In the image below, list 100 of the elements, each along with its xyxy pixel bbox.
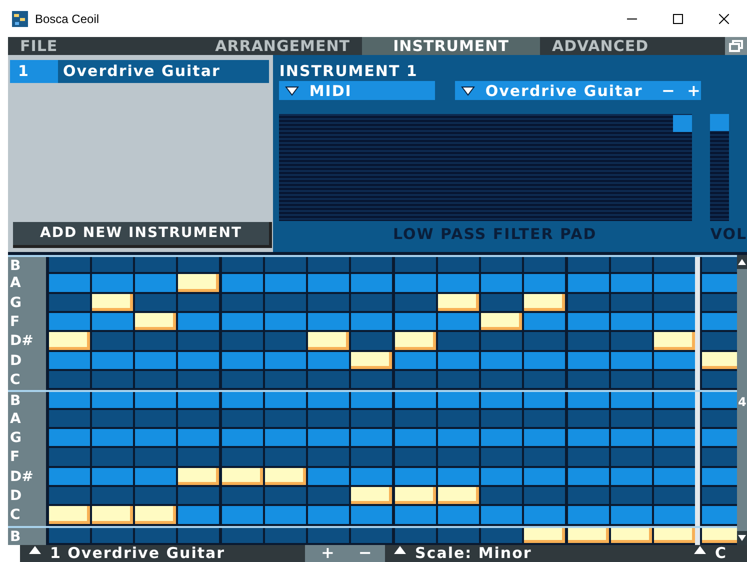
grid-cell[interactable] <box>92 448 133 466</box>
grid-cell[interactable] <box>178 332 219 350</box>
grid-cell[interactable] <box>351 274 392 292</box>
grid-cell[interactable] <box>265 294 306 311</box>
note-block[interactable] <box>395 486 436 504</box>
grid-cell[interactable] <box>702 410 740 427</box>
note-block[interactable] <box>481 312 522 330</box>
grid-cell[interactable] <box>49 370 90 388</box>
grid-cell[interactable] <box>308 486 349 504</box>
grid-cell[interactable] <box>49 428 90 446</box>
grid-cell[interactable] <box>438 468 479 485</box>
grid-cell[interactable] <box>222 410 263 427</box>
grid-cell[interactable] <box>351 428 392 446</box>
grid-cell[interactable] <box>265 448 306 466</box>
dropdown-icon[interactable] <box>285 86 300 96</box>
grid-cell[interactable] <box>49 486 90 504</box>
up-arrow-icon[interactable] <box>693 545 707 556</box>
grid-cell[interactable] <box>654 448 695 466</box>
grid-cell[interactable] <box>481 392 522 408</box>
grid-cell[interactable] <box>308 256 349 272</box>
note-block[interactable] <box>438 294 479 311</box>
grid-cell[interactable] <box>222 294 263 311</box>
grid-cell[interactable] <box>481 448 522 466</box>
grid-cell[interactable] <box>265 506 306 524</box>
grid-cell[interactable] <box>395 392 436 408</box>
grid-cell[interactable] <box>702 256 740 272</box>
grid-cell[interactable] <box>351 370 392 388</box>
grid-cell[interactable] <box>568 294 609 311</box>
grid-cell[interactable] <box>265 274 306 292</box>
grid-cell[interactable] <box>654 370 695 388</box>
scale-selector[interactable]: Scale: Minor <box>385 545 685 562</box>
grid-cell[interactable] <box>438 506 479 524</box>
grid-cell[interactable] <box>654 256 695 272</box>
grid-cell[interactable] <box>568 274 609 292</box>
grid-cell[interactable] <box>481 506 522 524</box>
grid-cell[interactable] <box>568 468 609 485</box>
grid-cell[interactable] <box>481 370 522 388</box>
grid-cell[interactable] <box>135 274 176 292</box>
note-block[interactable] <box>265 468 306 485</box>
grid-cell[interactable] <box>351 528 392 544</box>
grid-cell[interactable] <box>92 410 133 427</box>
grid-cell[interactable] <box>178 448 219 466</box>
grid-cell[interactable] <box>308 274 349 292</box>
note-block[interactable] <box>351 352 392 369</box>
grid-cell[interactable] <box>524 256 565 272</box>
grid-cell[interactable] <box>308 468 349 485</box>
grid-cell[interactable] <box>481 294 522 311</box>
grid-cell[interactable] <box>395 274 436 292</box>
grid-cell[interactable] <box>265 410 306 427</box>
grid-cell[interactable] <box>654 294 695 311</box>
note-block[interactable] <box>92 294 133 311</box>
note-block[interactable] <box>611 528 652 544</box>
grid-cell[interactable] <box>702 468 740 485</box>
grid-cell[interactable] <box>568 312 609 330</box>
grid-cell[interactable] <box>611 428 652 446</box>
grid-cell[interactable] <box>654 392 695 408</box>
grid-cell[interactable] <box>524 410 565 427</box>
grid-cell[interactable] <box>568 392 609 408</box>
grid-cell[interactable] <box>135 428 176 446</box>
note-block[interactable] <box>568 528 609 544</box>
instrument-list-item[interactable]: 1 Overdrive Guitar <box>10 60 270 83</box>
note-block[interactable] <box>524 528 565 544</box>
grid-cell[interactable] <box>135 448 176 466</box>
grid-cell[interactable] <box>568 506 609 524</box>
grid-cell[interactable] <box>438 370 479 388</box>
grid-cell[interactable] <box>524 468 565 485</box>
grid-cell[interactable] <box>351 392 392 408</box>
grid-cell[interactable] <box>524 448 565 466</box>
grid-cell[interactable] <box>395 352 436 369</box>
grid-cell[interactable] <box>654 410 695 427</box>
grid-cell[interactable] <box>524 352 565 369</box>
filter-pad[interactable] <box>279 114 692 221</box>
grid-cell[interactable] <box>568 352 609 369</box>
grid-cell[interactable] <box>92 370 133 388</box>
grid-cell[interactable] <box>92 274 133 292</box>
grid-cell[interactable] <box>702 506 740 524</box>
grid-cell[interactable] <box>438 352 479 369</box>
grid-cell[interactable] <box>308 370 349 388</box>
grid-cell[interactable] <box>308 410 349 427</box>
grid-cell[interactable] <box>222 506 263 524</box>
grid-cell[interactable] <box>135 468 176 485</box>
note-block[interactable] <box>654 528 695 544</box>
grid-cell[interactable] <box>49 352 90 369</box>
grid-cell[interactable] <box>351 468 392 485</box>
grid-cell[interactable] <box>568 332 609 350</box>
grid-cell[interactable] <box>702 332 740 350</box>
grid-cell[interactable] <box>611 312 652 330</box>
grid-cell[interactable] <box>351 312 392 330</box>
grid-cell[interactable] <box>481 274 522 292</box>
note-block[interactable] <box>178 468 219 485</box>
grid-cell[interactable] <box>135 294 176 311</box>
grid-cell[interactable] <box>308 312 349 330</box>
grid-cell[interactable] <box>265 370 306 388</box>
grid-cell[interactable] <box>395 528 436 544</box>
grid-cell[interactable] <box>568 370 609 388</box>
grid-cell[interactable] <box>178 352 219 369</box>
grid-cell[interactable] <box>524 392 565 408</box>
grid-cell[interactable] <box>135 352 176 369</box>
grid-cell[interactable] <box>222 486 263 504</box>
grid-cell[interactable] <box>178 392 219 408</box>
